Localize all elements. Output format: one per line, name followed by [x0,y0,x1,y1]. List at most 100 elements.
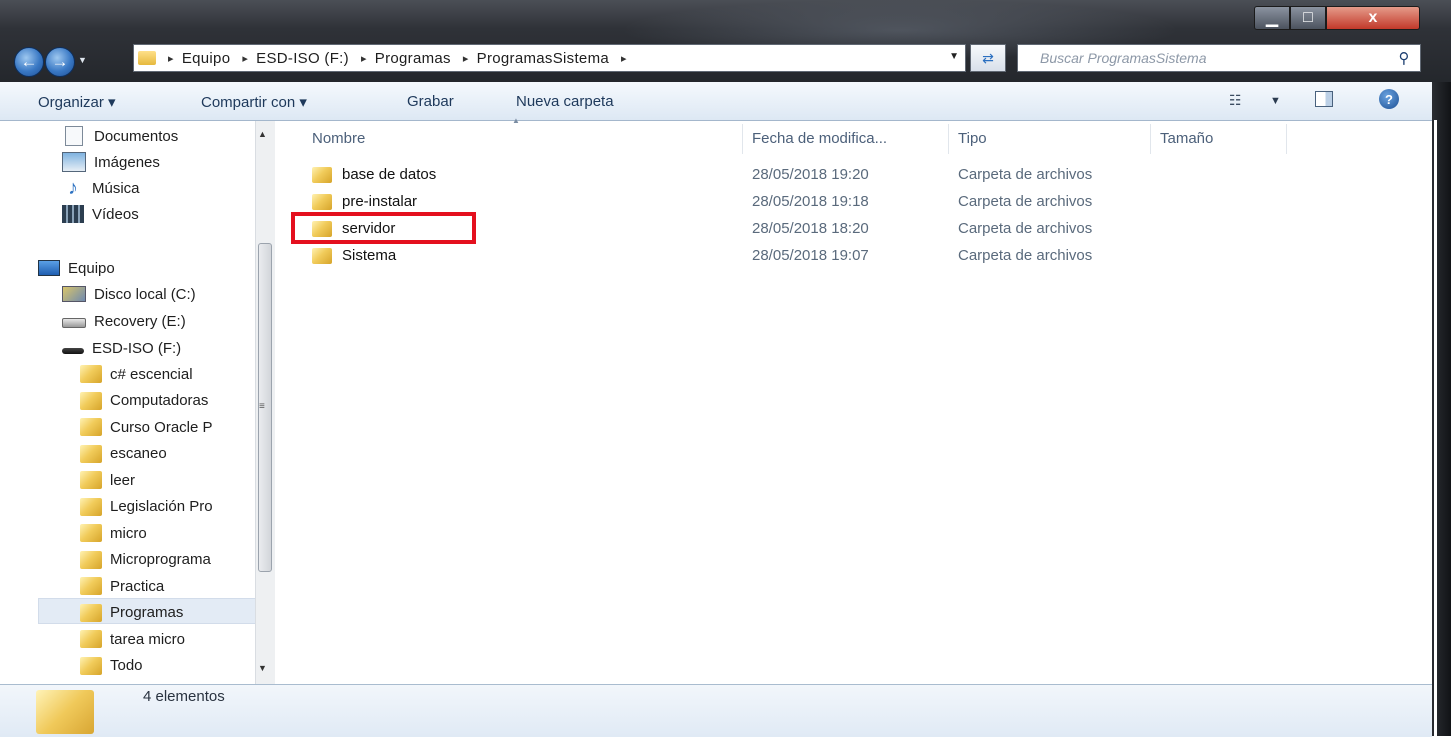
maximize-icon: □ [1303,9,1313,26]
column-header-type[interactable]: Tipo [958,130,987,147]
video-icon [62,205,84,223]
chevron-down-icon[interactable]: ▼ [949,51,959,62]
column-divider[interactable] [1286,124,1287,154]
column-divider[interactable] [948,124,949,154]
file-type: Carpeta de archivos [958,247,1093,264]
annotation-highlight-box [291,212,476,244]
folder-icon [80,444,102,463]
breadcrumb-separator-icon[interactable]: ▸ [168,52,174,65]
file-name: pre-instalar [342,193,418,210]
file-type: Carpeta de archivos [958,220,1093,237]
nav-item-label: leer [110,471,136,489]
nav-item[interactable]: Documentos [62,124,178,148]
nav-item[interactable]: tarea micro [80,627,185,651]
burn-button[interactable]: Grabar [407,93,454,110]
folder-icon [80,603,102,622]
column-header-date[interactable]: Fecha de modifica... [752,130,887,147]
command-bar: Organizar ▾ Compartir con ▾ Grabar Nueva… [0,82,1432,121]
nav-item[interactable]: Legislación Pro [80,495,213,519]
refresh-button[interactable]: ⇄ [970,44,1006,72]
column-divider[interactable] [742,124,743,154]
nav-item-label: Microprograma [110,551,211,568]
file-type: Carpeta de archivos [958,166,1093,183]
nav-item[interactable]: Recovery (E:) [62,309,186,333]
folder-icon [312,248,332,264]
nav-item-label: Equipo [68,259,115,277]
drive-icon [62,318,86,328]
minimize-icon: ▁ [1265,10,1279,27]
breadcrumb-item[interactable]: ProgramasSistema [477,50,609,67]
nav-item[interactable]: Vídeos [62,202,139,226]
breadcrumb-separator-icon[interactable]: ▸ [621,52,627,65]
file-row[interactable]: Sistema 28/05/2018 19:07 Carpeta de archiv… [312,245,1152,267]
file-row[interactable]: pre-instalar 28/05/2018 19:18 Carpeta de a… [312,191,1152,213]
close-button[interactable]: x [1326,6,1420,30]
nav-item[interactable]: Imágenes [62,150,160,174]
organize-menu[interactable]: Organizar ▾ [38,93,116,111]
column-divider[interactable] [1150,124,1151,154]
view-options-icon[interactable]: ☷ [1229,92,1242,109]
search-box[interactable]: ⚲ [1017,44,1421,72]
forward-button[interactable]: → [45,47,75,77]
address-bar[interactable]: ▸ Equipo ▸ ESD-ISO (F:) ▸ Programas ▸ Programas… [133,44,966,72]
folder-icon [80,656,102,675]
preview-pane-icon[interactable] [1315,91,1333,107]
search-icon[interactable]: ⚲ [1394,49,1414,67]
file-date: 28/05/2018 19:18 [752,193,869,210]
computer-icon [38,260,60,276]
nav-item-label: escaneo [110,445,167,462]
breadcrumb-separator-icon[interactable]: ▸ [242,52,248,65]
breadcrumb-separator-icon[interactable]: ▸ [463,52,469,65]
minimize-button[interactable]: ▁ [1254,6,1290,30]
nav-item[interactable]: escaneo [80,442,167,466]
nav-item[interactable]: micro [80,521,147,545]
maximize-button[interactable]: □ [1290,6,1326,30]
nav-item-label: c# escencial [110,365,193,383]
music-icon: ♪ [68,177,78,199]
document-icon [65,126,83,146]
folder-icon [138,51,156,65]
breadcrumb-item[interactable]: ESD-ISO (F:) [256,50,349,67]
column-header-size[interactable]: Tamaño [1160,130,1213,147]
window-frame-edge [1434,120,1437,736]
nav-item[interactable]: c# escencial [80,362,193,386]
breadcrumb-item[interactable]: Programas [375,50,451,67]
view-dropdown-icon[interactable]: ▼ [1270,95,1281,107]
pictures-icon [62,152,86,172]
nav-item[interactable]: Disco local (C:) [62,282,196,306]
column-header-name[interactable]: Nombre [312,130,365,147]
nav-item-label: Legislación Pro [110,498,213,515]
nav-item[interactable]: Computadoras [80,389,208,413]
recent-pages-dropdown[interactable]: ▼ [78,55,87,65]
item-count: 4 elementos [143,688,225,705]
folder-icon [80,550,102,569]
nav-item-label: Imágenes [94,153,160,171]
breadcrumb-item[interactable]: Equipo [182,50,231,67]
nav-item-label: micro [110,524,147,542]
nav-item[interactable]: ESD-ISO (F:) [62,336,181,360]
folder-icon [36,690,94,734]
nav-item[interactable]: Programas [80,601,183,625]
arrow-right-icon: → [51,52,69,71]
nav-item-label: Vídeos [92,205,139,223]
nav-item[interactable]: leer [80,468,135,492]
nav-item[interactable]: Practica [80,574,164,598]
breadcrumb-separator-icon[interactable]: ▸ [361,52,367,65]
nav-item[interactable]: Todo [80,654,143,678]
nav-item[interactable]: Curso Oracle P [80,415,213,439]
scroll-down-icon[interactable]: ▼ [258,663,267,673]
back-button[interactable]: ← [14,47,44,77]
share-with-menu[interactable]: Compartir con ▾ [201,93,307,111]
new-folder-button[interactable]: Nueva carpeta [516,93,614,110]
file-name: Sistema [342,247,397,264]
search-input[interactable] [1038,49,1394,67]
file-row[interactable]: base de datos 28/05/2018 19:20 Carpeta de … [312,164,1152,186]
nav-item[interactable]: Equipo [38,256,115,280]
breadcrumb: ▸ Equipo ▸ ESD-ISO (F:) ▸ Programas ▸ Programas… [156,50,635,67]
nav-item-label: Música [92,179,140,197]
help-icon[interactable]: ? [1379,89,1399,109]
folder-icon [312,167,332,183]
nav-item[interactable]: Microprograma [80,548,211,572]
scroll-up-icon[interactable]: ▲ [258,129,267,139]
nav-item[interactable]: ♪ Música [62,176,140,200]
